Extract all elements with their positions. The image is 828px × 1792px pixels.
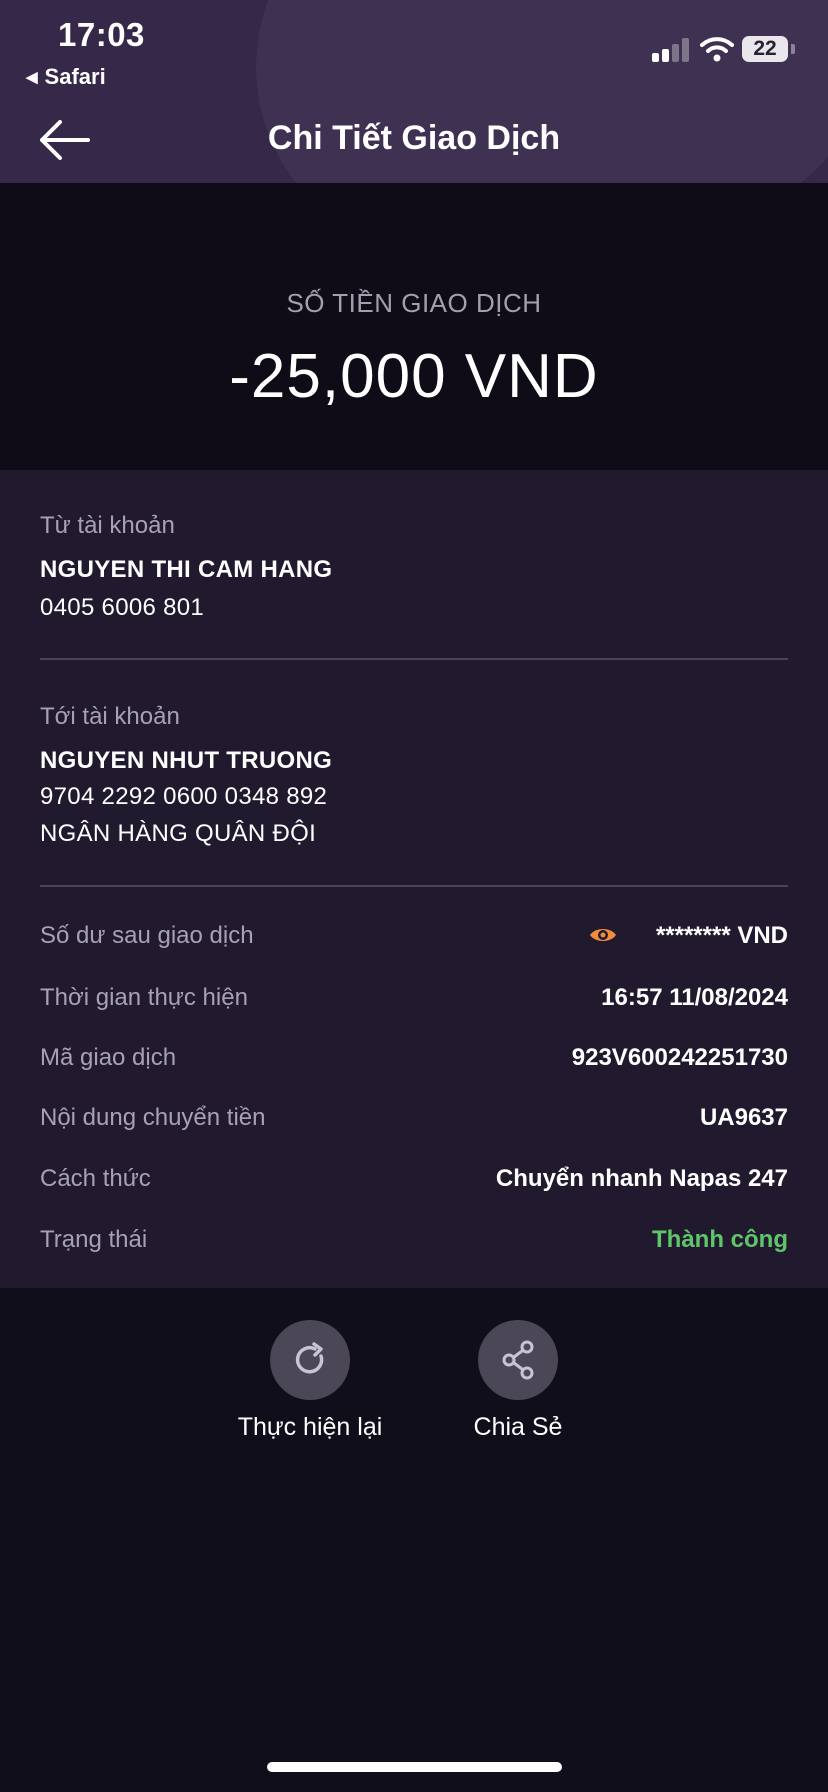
time-value: 16:57 11/08/2024 (601, 984, 788, 1011)
transfer-content-label: Nội dung chuyển tiền (40, 1104, 266, 1131)
battery-cap (791, 44, 795, 54)
share-icon (502, 1340, 534, 1380)
actions-area: Thực hiện lại Chia Sẻ (0, 1288, 828, 1792)
status-label: Trạng thái (40, 1226, 148, 1253)
back-triangle-icon: ◀ (26, 69, 38, 86)
share-button[interactable] (478, 1320, 558, 1400)
divider (40, 885, 788, 887)
divider (40, 658, 788, 660)
refresh-icon (295, 1342, 324, 1374)
method-value: Chuyển nhanh Napas 247 (495, 1165, 788, 1192)
transfer-content-value: UA9637 (699, 1104, 788, 1131)
balance-label: Số dư sau giao dịch (40, 922, 254, 949)
repeat-label[interactable]: Thực hiện lại (200, 1413, 420, 1442)
to-account-number: 9704 2292 0600 0348 892 (40, 783, 328, 810)
back-to-safari-label: Safari (44, 64, 106, 89)
status-bar-time: 17:03 (58, 16, 145, 53)
amount-label: SỐ TIỀN GIAO DỊCH (286, 288, 542, 318)
transaction-id-value: 923V600242251730 (571, 1044, 788, 1071)
transaction-id-label: Mã giao dịch (40, 1044, 177, 1071)
method-label: Cách thức (40, 1165, 151, 1192)
app-header: 17:03 ◀ Safari 22 Chi Tiết Giao Dịch (0, 0, 828, 183)
cellular-signal-icon (652, 36, 692, 62)
to-account-name: NGUYEN NHUT TRUONG (40, 747, 333, 774)
home-indicator[interactable] (267, 1762, 562, 1772)
back-to-safari-link[interactable]: ◀ Safari (26, 64, 106, 90)
battery-icon: 22 (742, 36, 788, 62)
eye-icon[interactable] (588, 924, 618, 946)
repeat-button[interactable] (270, 1320, 350, 1400)
wifi-icon (700, 37, 734, 62)
page-title: Chi Tiết Giao Dịch (267, 119, 561, 157)
from-account-name: NGUYEN THI CAM HANG (40, 556, 333, 583)
balance-value: ******** VND (655, 922, 788, 949)
transaction-details: Từ tài khoản NGUYEN THI CAM HANG 0405 60… (0, 470, 828, 1288)
share-label[interactable]: Chia Sẻ (408, 1413, 628, 1442)
from-account-number: 0405 6006 801 (40, 594, 205, 621)
from-account-label: Từ tài khoản (40, 512, 175, 539)
to-account-label: Tới tài khoản (40, 703, 180, 730)
amount-panel: SỐ TIỀN GIAO DỊCH -25,000 VND (0, 183, 828, 470)
status-value: Thành công (652, 1226, 788, 1253)
time-label: Thời gian thực hiện (40, 984, 248, 1011)
amount-value: -25,000 VND (229, 342, 599, 411)
to-account-bank: NGÂN HÀNG QUÂN ĐỘI (40, 820, 317, 847)
